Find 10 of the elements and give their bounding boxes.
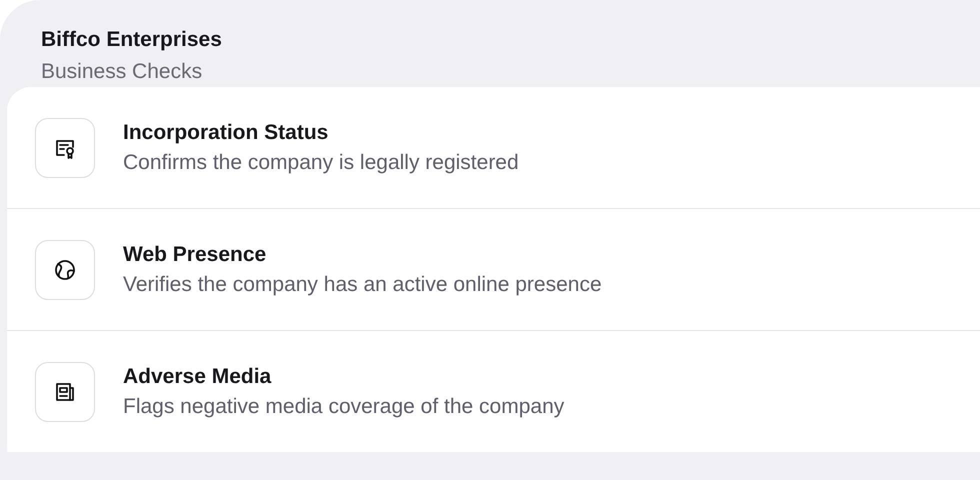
- newspaper-icon: [53, 380, 77, 404]
- check-title: Adverse Media: [123, 365, 272, 389]
- check-description: Verifies the company has an active online presence: [123, 272, 602, 296]
- globe-icon: [53, 258, 77, 282]
- company-name: Biffco Enterprises: [41, 28, 223, 52]
- check-title: Web Presence: [123, 242, 268, 266]
- check-description: Confirms the company is legally registered: [123, 150, 519, 174]
- page-subtitle: Business Checks: [41, 60, 204, 84]
- check-title: Incorporation Status: [123, 120, 330, 144]
- check-description: Flags negative media coverage of the company: [123, 395, 564, 419]
